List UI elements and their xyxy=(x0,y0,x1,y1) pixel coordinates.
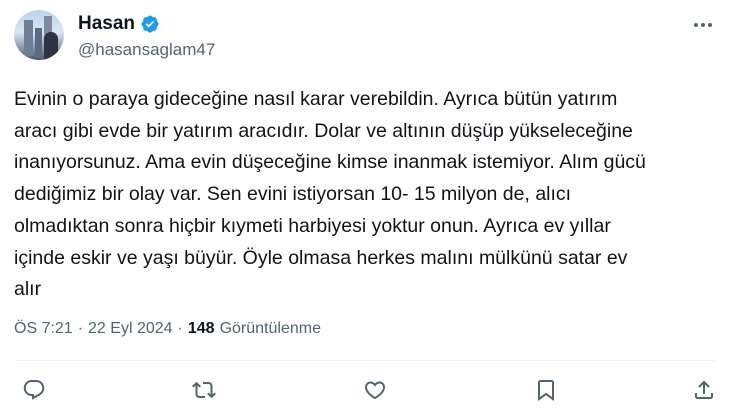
tweet-date[interactable]: 22 Eyl 2024 xyxy=(88,320,173,338)
share-button[interactable] xyxy=(686,372,722,408)
display-name[interactable]: Hasan xyxy=(78,13,135,35)
reply-button[interactable] xyxy=(16,372,52,408)
tweet-time[interactable]: ÖS 7:21 xyxy=(14,320,73,338)
bookmark-icon xyxy=(538,380,554,401)
tweet-meta: ÖS 7:21 · 22 Eyl 2024 · 148 Görüntülenme xyxy=(14,320,321,338)
name-row: Hasan xyxy=(78,13,160,35)
tweet-text: Evinin o paraya gideceğine nasıl karar v… xyxy=(14,88,646,301)
bookmark-button[interactable] xyxy=(528,372,564,408)
meta-separator: · xyxy=(77,320,84,337)
retweet-button[interactable] xyxy=(186,372,222,408)
retweet-icon xyxy=(192,381,216,399)
avatar[interactable] xyxy=(14,10,64,60)
views-label[interactable]: Görüntülenme xyxy=(220,320,321,338)
action-bar xyxy=(14,372,716,412)
share-icon xyxy=(695,380,713,399)
meta-separator-2: · xyxy=(177,320,183,337)
tweet-header: Hasan @hasansaglam47 xyxy=(14,10,716,66)
divider xyxy=(14,360,716,361)
reply-icon xyxy=(23,380,45,400)
more-options-icon[interactable] xyxy=(690,16,716,34)
user-handle[interactable]: @hasansaglam47 xyxy=(78,40,215,60)
like-button[interactable] xyxy=(357,372,393,408)
like-icon xyxy=(364,381,386,400)
views-count[interactable]: 148 xyxy=(188,320,215,338)
verified-badge-icon xyxy=(140,14,160,34)
